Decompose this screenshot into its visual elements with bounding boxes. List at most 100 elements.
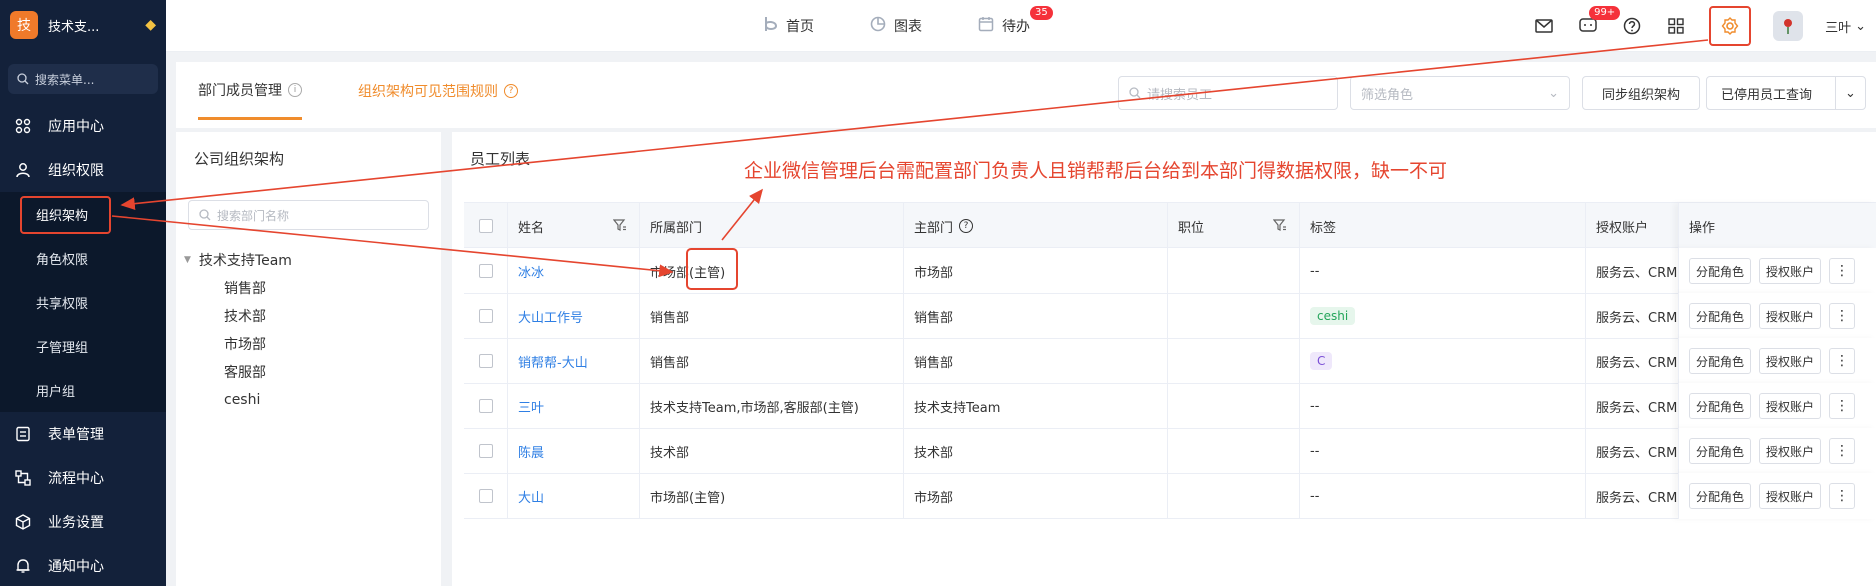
- nav-label: 流程中心: [48, 471, 104, 487]
- assign-role-button[interactable]: 分配角色: [1689, 303, 1752, 329]
- more-options-icon[interactable]: ⋮: [1829, 483, 1856, 509]
- tab-dept-member-management[interactable]: 部门成员管理 i: [198, 62, 302, 120]
- submenu-share-permissions[interactable]: 共享权限: [0, 280, 166, 324]
- row-checkbox[interactable]: [478, 354, 493, 368]
- main-dept-cell: 销售部: [904, 293, 1168, 339]
- top-nav-charts[interactable]: 图表: [870, 16, 922, 36]
- select-all-checkbox[interactable]: [478, 219, 493, 233]
- user-name: 三叶: [1825, 20, 1852, 36]
- more-options-icon[interactable]: ⋮: [1829, 438, 1856, 464]
- filter-icon[interactable]: [1273, 219, 1287, 231]
- tree-node-root[interactable]: ▼ 技术支持Team: [184, 250, 292, 270]
- tree-node-sales[interactable]: 销售部: [224, 278, 266, 298]
- assign-role-button[interactable]: 分配角色: [1689, 438, 1752, 464]
- column-label: 姓名: [518, 220, 545, 236]
- submenu-role-permissions[interactable]: 角色权限: [0, 236, 166, 280]
- employee-search-input[interactable]: 请搜索员工: [1118, 76, 1338, 110]
- table-row[interactable]: 三叶 技术支持Team,市场部,客服部(主管) 技术支持Team -- 服务云、…: [464, 383, 1876, 429]
- employee-name-link[interactable]: 大山工作号: [518, 307, 583, 326]
- assign-role-button[interactable]: 分配角色: [1689, 393, 1752, 419]
- brand[interactable]: 技 技术支... ◆: [0, 0, 166, 50]
- tree-node-tech[interactable]: 技术部: [224, 306, 266, 326]
- submenu-sub-admin-groups[interactable]: 子管理组: [0, 324, 166, 368]
- top-nav-todo[interactable]: 待办 35: [978, 6, 1053, 36]
- main-dept-cell: 市场部: [904, 473, 1168, 519]
- more-options-icon[interactable]: ⋮: [1829, 303, 1856, 329]
- table-row[interactable]: 冰冰 市场部(主管) 市场部 -- 服务云、CRM 分配角色 授权账户 ⋮: [464, 248, 1876, 294]
- nav-form-management[interactable]: 表单管理: [0, 412, 166, 456]
- assign-role-button[interactable]: 分配角色: [1689, 483, 1752, 509]
- table-row[interactable]: 大山 市场部(主管) 市场部 -- 服务云、CRM 分配角色 授权账户 ⋮: [464, 473, 1876, 519]
- nav-app-center[interactable]: 应用中心: [0, 104, 166, 148]
- caret-down-icon[interactable]: ▼: [184, 255, 191, 265]
- bell-icon: [14, 557, 32, 575]
- tag-empty: --: [1310, 488, 1320, 504]
- settings-gear-icon[interactable]: [1709, 6, 1752, 46]
- tag-empty: --: [1310, 443, 1320, 459]
- role-placeholder: 筛选角色: [1361, 87, 1414, 103]
- account-cell: 服务云、CRM: [1596, 265, 1678, 281]
- row-checkbox[interactable]: [478, 444, 493, 458]
- user-menu[interactable]: 三叶 ⌄: [1825, 17, 1866, 36]
- name-cell: 冰冰: [508, 248, 640, 294]
- employee-name-link[interactable]: 陈晨: [518, 442, 544, 461]
- dept-search-placeholder: 搜索部门名称: [217, 208, 290, 223]
- nav-business-settings[interactable]: 业务设置: [0, 500, 166, 544]
- tree-node-ceshi[interactable]: ceshi: [224, 392, 260, 408]
- more-options-icon[interactable]: ⋮: [1829, 348, 1856, 374]
- authorize-account-button[interactable]: 授权账户: [1759, 348, 1822, 374]
- tree-node-customer-service[interactable]: 客服部: [224, 362, 266, 382]
- row-checkbox[interactable]: [478, 309, 493, 323]
- account-cell: 服务云、CRM: [1596, 355, 1678, 371]
- row-checkbox[interactable]: [478, 264, 493, 278]
- info-icon[interactable]: i: [288, 82, 302, 97]
- more-options-icon[interactable]: ⋮: [1829, 393, 1856, 419]
- disabled-employee-query-button[interactable]: 已停用员工查询 ⌄: [1706, 76, 1866, 110]
- apps-grid-icon[interactable]: [1665, 15, 1687, 37]
- nav-label: 应用中心: [48, 119, 104, 135]
- filter-icon[interactable]: [613, 219, 627, 231]
- account-cell: 服务云、CRM: [1596, 400, 1678, 416]
- table-row[interactable]: 销帮帮-大山 销售部 销售部 C 服务云、CRM 分配角色 授权账户 ⋮: [464, 338, 1876, 384]
- nav-org-permissions[interactable]: 组织权限: [0, 148, 166, 192]
- dept-search-input[interactable]: 搜索部门名称: [188, 200, 429, 230]
- sync-org-button[interactable]: 同步组织架构: [1582, 76, 1700, 110]
- top-nav-home[interactable]: 首页: [764, 16, 814, 36]
- message-icon[interactable]: 99+: [1577, 6, 1621, 37]
- chevron-down-icon[interactable]: ⌄: [1835, 77, 1865, 109]
- row-checkbox[interactable]: [478, 399, 493, 413]
- ops-cell: 分配角色 授权账户 ⋮: [1678, 428, 1876, 474]
- nav-notification-center[interactable]: 通知中心: [0, 544, 166, 586]
- authorize-account-button[interactable]: 授权账户: [1759, 438, 1822, 464]
- employee-name-link[interactable]: 三叶: [518, 397, 544, 416]
- tab-org-visibility-rules[interactable]: 组织架构可见范围规则 ?: [358, 62, 518, 120]
- submenu-user-groups[interactable]: 用户组: [0, 368, 166, 412]
- employee-name-link[interactable]: 大山: [518, 487, 544, 506]
- tree-node-marketing[interactable]: 市场部: [224, 334, 266, 354]
- more-options-icon[interactable]: ⋮: [1829, 258, 1856, 284]
- info-icon[interactable]: ?: [504, 84, 518, 98]
- avatar[interactable]: [1773, 11, 1804, 41]
- checkbox-cell: [464, 338, 508, 384]
- assign-role-button[interactable]: 分配角色: [1689, 258, 1752, 284]
- user-icon: [14, 161, 32, 179]
- authorize-account-button[interactable]: 授权账户: [1759, 303, 1822, 329]
- help-icon[interactable]: [1621, 15, 1643, 37]
- position-cell: [1168, 293, 1300, 339]
- employee-name-link[interactable]: 销帮帮-大山: [518, 352, 588, 371]
- role-filter-select[interactable]: 筛选角色 ⌄: [1350, 76, 1570, 110]
- help-icon[interactable]: ?: [959, 219, 974, 233]
- row-checkbox[interactable]: [478, 489, 493, 503]
- assign-role-button[interactable]: 分配角色: [1689, 348, 1752, 374]
- table-row[interactable]: 大山工作号 销售部 销售部 ceshi 服务云、CRM 分配角色 授权账户 ⋮: [464, 293, 1876, 339]
- table-row[interactable]: 陈晨 技术部 技术部 -- 服务云、CRM 分配角色 授权账户 ⋮: [464, 428, 1876, 474]
- authorize-account-button[interactable]: 授权账户: [1759, 483, 1822, 509]
- employee-name-link[interactable]: 冰冰: [518, 262, 544, 281]
- authorize-account-button[interactable]: 授权账户: [1759, 393, 1822, 419]
- menu-search-input[interactable]: 搜索菜单...: [8, 64, 158, 94]
- mail-icon[interactable]: [1533, 15, 1555, 37]
- authorize-account-button[interactable]: 授权账户: [1759, 258, 1822, 284]
- search-icon: [1129, 87, 1141, 99]
- nav-process-center[interactable]: 流程中心: [0, 456, 166, 500]
- main-dept-cell: 销售部: [904, 338, 1168, 384]
